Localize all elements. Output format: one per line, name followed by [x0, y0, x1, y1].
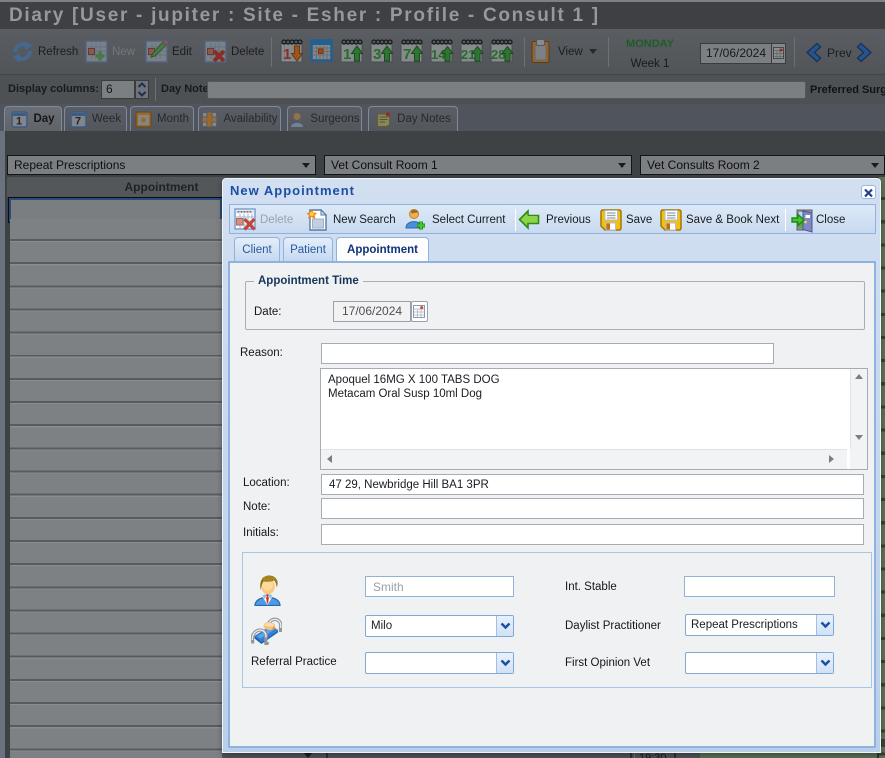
- svg-text:28: 28: [491, 47, 505, 62]
- svg-text:3: 3: [373, 46, 381, 63]
- svg-text:1: 1: [16, 115, 22, 127]
- svg-text:7: 7: [403, 46, 411, 63]
- svg-text:1: 1: [283, 46, 291, 63]
- svg-text:14: 14: [431, 47, 446, 62]
- svg-text:21: 21: [461, 47, 475, 62]
- svg-text:1: 1: [343, 46, 351, 63]
- svg-text:7: 7: [75, 115, 81, 127]
